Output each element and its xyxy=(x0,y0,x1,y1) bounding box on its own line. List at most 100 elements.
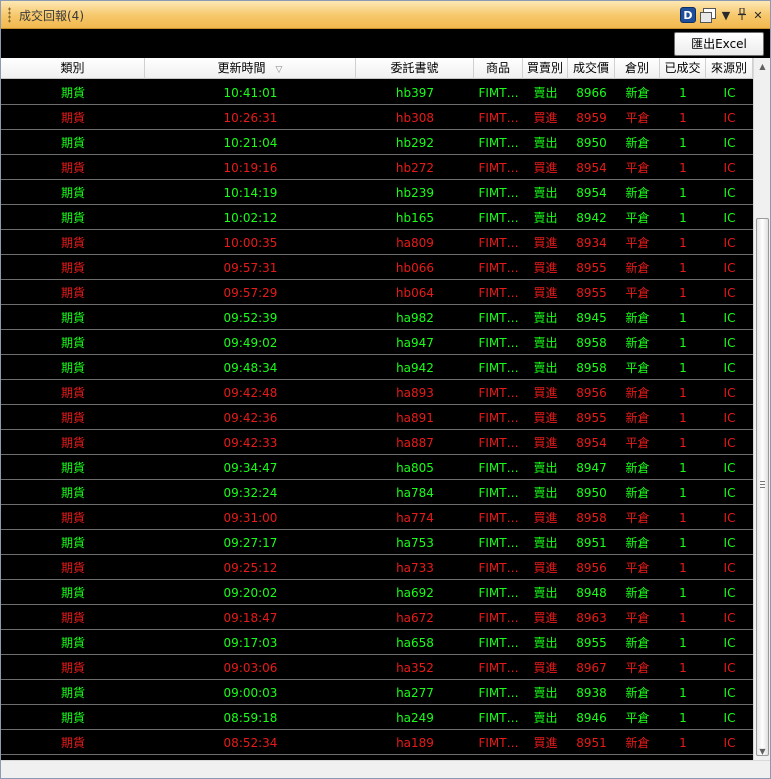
trade-report-window: 成交回報(4) D ▼ ✕ 匯出Excel 類別 更新時間 ▽ 委託書號 商品 買賣別 成交… xyxy=(0,0,771,779)
column-header-order_no[interactable]: 委託書號 xyxy=(356,58,474,79)
cell-side: 買進 xyxy=(533,286,558,300)
cell-position: 新倉 xyxy=(625,311,650,325)
table-row[interactable]: 期貨 09:52:39 ha982 FIMT… 賣出 8945 新倉 1 IC xyxy=(1,305,753,330)
scroll-down-icon[interactable]: ▼ xyxy=(754,743,771,760)
table-row[interactable]: 期貨 08:59:18 ha249 FIMT… 賣出 8946 平倉 1 IC xyxy=(1,705,753,730)
pin-icon[interactable] xyxy=(736,7,748,23)
cell-order_no: ha277 xyxy=(396,686,434,700)
d-badge-icon[interactable]: D xyxy=(680,7,696,23)
table-row[interactable]: 期貨 09:20:02 ha692 FIMT… 賣出 8948 新倉 1 IC xyxy=(1,580,753,605)
table-row[interactable]: 期貨 09:00:03 ha277 FIMT… 賣出 8938 新倉 1 IC xyxy=(1,680,753,705)
scroll-thumb[interactable] xyxy=(756,218,769,756)
cell-type: 期貨 xyxy=(60,636,85,650)
table-row[interactable]: 期貨 09:17:03 ha658 FIMT… 賣出 8955 新倉 1 IC xyxy=(1,630,753,655)
cell-position: 新倉 xyxy=(625,586,650,600)
cell-side: 賣出 xyxy=(533,361,558,375)
cell-order_no: hb066 xyxy=(395,261,435,275)
table-row[interactable]: 期貨 09:42:48 ha893 FIMT… 買進 8956 新倉 1 IC xyxy=(1,380,753,405)
column-header-label: 成交價 xyxy=(572,61,609,75)
title-bar[interactable]: 成交回報(4) D ▼ ✕ xyxy=(1,1,770,29)
cell-product: FIMT… xyxy=(478,536,519,550)
cell-product: FIMT… xyxy=(478,311,519,325)
table-row[interactable]: 期貨 09:48:34 ha942 FIMT… 賣出 8958 平倉 1 IC xyxy=(1,355,753,380)
cell-filled: 1 xyxy=(679,261,687,275)
horizontal-scrollbar[interactable] xyxy=(1,760,770,778)
table-row[interactable]: 期貨 09:57:31 hb066 FIMT… 買進 8955 新倉 1 IC xyxy=(1,255,753,280)
table-row[interactable]: 期貨 10:00:35 ha809 FIMT… 買進 8934 平倉 1 IC xyxy=(1,230,753,255)
cell-price: 8954 xyxy=(576,436,607,450)
table-row[interactable]: 期貨 09:42:36 ha891 FIMT… 買進 8955 新倉 1 IC xyxy=(1,405,753,430)
column-header-position[interactable]: 倉別 xyxy=(615,58,660,79)
cell-product: FIMT… xyxy=(478,611,519,625)
cell-filled: 1 xyxy=(679,361,687,375)
cell-source: IC xyxy=(723,486,736,500)
cell-side: 賣出 xyxy=(533,211,558,225)
vertical-scrollbar[interactable]: ▲ ▼ xyxy=(753,58,770,760)
cell-product: FIMT… xyxy=(478,361,519,375)
table-header: 類別 更新時間 ▽ 委託書號 商品 買賣別 成交價 倉別 已成交 來源別 xyxy=(1,58,753,79)
column-header-product[interactable]: 商品 xyxy=(474,58,523,79)
table-row[interactable]: 期貨 10:26:31 hb308 FIMT… 買進 8959 平倉 1 IC xyxy=(1,105,753,130)
drag-grip-icon[interactable] xyxy=(8,7,11,23)
cell-order_no: ha893 xyxy=(396,386,434,400)
scroll-up-icon[interactable]: ▲ xyxy=(754,58,771,75)
cell-order_no: hb292 xyxy=(395,136,435,150)
cell-filled: 1 xyxy=(679,561,687,575)
cell-time: 09:42:36 xyxy=(223,411,278,425)
table-row[interactable]: 期貨 09:18:47 ha672 FIMT… 買進 8963 平倉 1 IC xyxy=(1,605,753,630)
close-icon[interactable]: ✕ xyxy=(752,9,764,22)
cell-filled: 1 xyxy=(679,136,687,150)
table-row[interactable]: 期貨 09:42:33 ha887 FIMT… 買進 8954 平倉 1 IC xyxy=(1,430,753,455)
cell-filled: 1 xyxy=(679,286,687,300)
column-header-type[interactable]: 類別 xyxy=(1,58,145,79)
cell-order_no: ha249 xyxy=(396,711,434,725)
table-row[interactable]: 期貨 09:27:17 ha753 FIMT… 賣出 8951 新倉 1 IC xyxy=(1,530,753,555)
cell-order_no: ha891 xyxy=(396,411,434,425)
table-row[interactable]: 期貨 09:03:06 ha352 FIMT… 買進 8967 平倉 1 IC xyxy=(1,655,753,680)
table-row[interactable]: 期貨 09:31:00 ha774 FIMT… 買進 8958 平倉 1 IC xyxy=(1,505,753,530)
table-row[interactable]: 期貨 09:34:47 ha805 FIMT… 賣出 8947 新倉 1 IC xyxy=(1,455,753,480)
table-row[interactable]: 期貨 10:19:16 hb272 FIMT… 買進 8954 平倉 1 IC xyxy=(1,155,753,180)
cell-product: FIMT… xyxy=(478,111,519,125)
table-row[interactable]: 期貨 10:41:01 hb397 FIMT… 賣出 8966 新倉 1 IC xyxy=(1,80,753,105)
cell-time: 09:48:34 xyxy=(223,361,278,375)
toolbar: 匯出Excel xyxy=(1,30,770,58)
cell-source: IC xyxy=(723,561,736,575)
cell-order_no: hb272 xyxy=(395,161,435,175)
cell-order_no: ha982 xyxy=(396,311,434,325)
cell-product: FIMT… xyxy=(478,386,519,400)
column-header-side[interactable]: 買賣別 xyxy=(523,58,568,79)
column-header-source[interactable]: 來源別 xyxy=(706,58,753,79)
column-header-time[interactable]: 更新時間 ▽ xyxy=(145,58,356,79)
window-icon[interactable] xyxy=(700,8,716,23)
cell-filled: 1 xyxy=(679,436,687,450)
table-row[interactable]: 期貨 10:14:19 hb239 FIMT… 賣出 8954 新倉 1 IC xyxy=(1,180,753,205)
cell-type: 期貨 xyxy=(60,561,85,575)
cell-side: 買進 xyxy=(533,561,558,575)
cell-side: 賣出 xyxy=(533,86,558,100)
table-row[interactable]: 期貨 08:52:34 ha189 FIMT… 買進 8951 新倉 1 IC xyxy=(1,730,753,755)
table-row[interactable]: 期貨 09:25:12 ha733 FIMT… 買進 8956 平倉 1 IC xyxy=(1,555,753,580)
cell-filled: 1 xyxy=(679,411,687,425)
cell-side: 買進 xyxy=(533,661,558,675)
table-row[interactable]: 期貨 09:49:02 ha947 FIMT… 賣出 8958 新倉 1 IC xyxy=(1,330,753,355)
column-header-price[interactable]: 成交價 xyxy=(568,58,615,79)
cell-side: 賣出 xyxy=(533,336,558,350)
sort-descending-icon[interactable]: ▽ xyxy=(276,60,283,80)
column-header-filled[interactable]: 已成交 xyxy=(660,58,706,79)
cell-type: 期貨 xyxy=(60,236,85,250)
table-row[interactable]: 期貨 09:32:24 ha784 FIMT… 賣出 8950 新倉 1 IC xyxy=(1,480,753,505)
cell-product: FIMT… xyxy=(478,286,519,300)
cell-type: 期貨 xyxy=(60,461,85,475)
cell-filled: 1 xyxy=(679,736,687,750)
column-header-label: 更新時間 xyxy=(217,61,266,75)
table-row[interactable]: 期貨 10:21:04 hb292 FIMT… 賣出 8950 新倉 1 IC xyxy=(1,130,753,155)
cell-filled: 1 xyxy=(679,536,687,550)
export-excel-button[interactable]: 匯出Excel xyxy=(674,32,764,56)
table-row[interactable]: 期貨 10:02:12 hb165 FIMT… 賣出 8942 平倉 1 IC xyxy=(1,205,753,230)
cell-time: 08:52:34 xyxy=(223,736,278,750)
dropdown-icon[interactable]: ▼ xyxy=(720,9,732,22)
cell-time: 09:20:02 xyxy=(223,586,278,600)
table-row[interactable]: 期貨 09:57:29 hb064 FIMT… 買進 8955 平倉 1 IC xyxy=(1,280,753,305)
cell-price: 8951 xyxy=(576,736,607,750)
